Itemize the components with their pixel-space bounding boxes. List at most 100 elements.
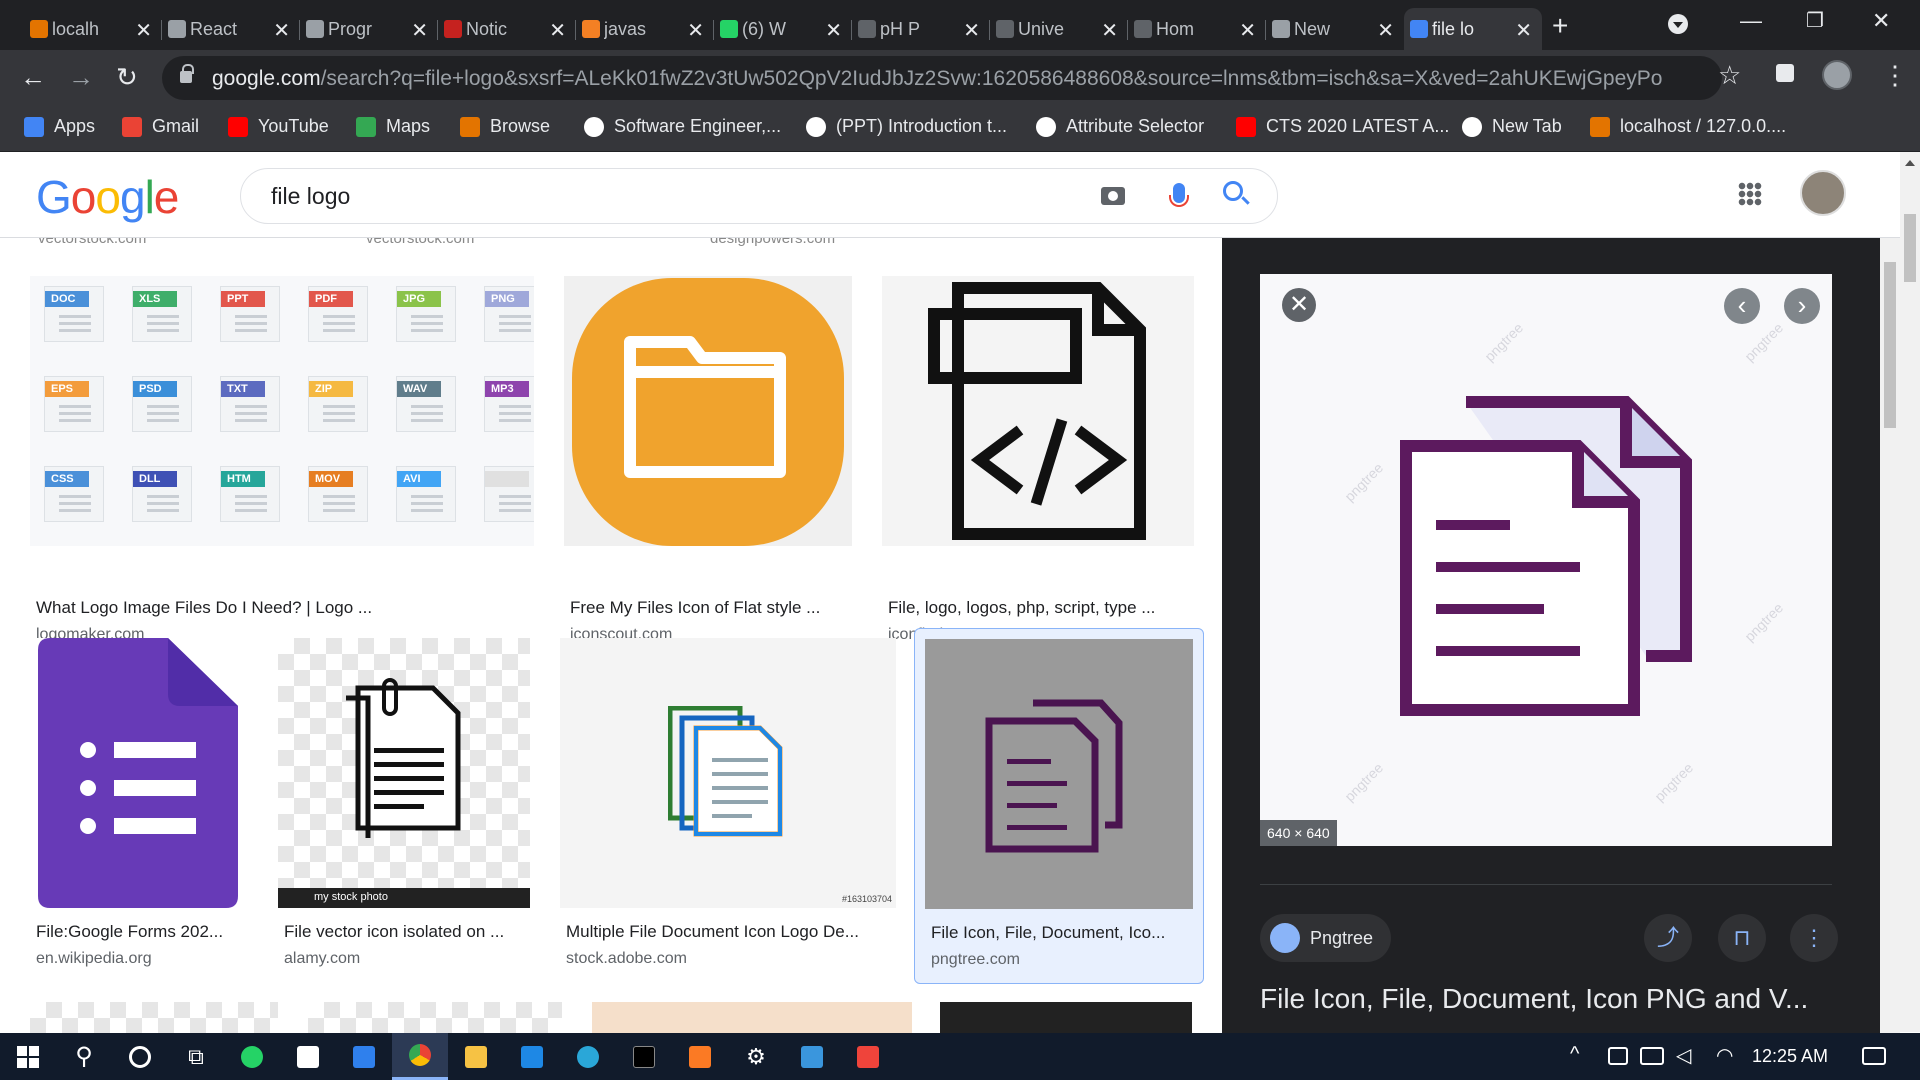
bookmark-item[interactable]: Browse [460,116,550,137]
browser-tab[interactable]: React ✕ [162,8,300,50]
result-title[interactable]: What Logo Image Files Do I Need? | Logo … [36,598,372,618]
tab-close-icon[interactable]: ✕ [1515,18,1532,43]
bookmark-item[interactable]: localhost / 127.0.0.... [1590,116,1786,137]
browser-tab[interactable]: javas ✕ [576,8,714,50]
windows-start-icon[interactable] [0,1033,56,1080]
search-box[interactable]: file logo [240,168,1278,224]
multiple-file-thumbnail[interactable]: #163103704 [560,638,896,908]
terminal-icon[interactable] [616,1033,672,1080]
photos-icon[interactable] [784,1033,840,1080]
result-card[interactable]: Free My Files Icon of Flat style ... ico… [564,276,852,643]
tab-close-icon[interactable]: ✕ [549,18,566,43]
result-card[interactable]: my stock photo File vector icon isolated… [278,638,530,978]
close-preview-icon[interactable]: ✕ [1282,288,1316,322]
account-avatar[interactable] [1800,170,1846,216]
result-title[interactable]: File, logo, logos, php, script, type ... [888,598,1155,618]
tab-close-icon[interactable]: ✕ [411,18,428,43]
partial-result-thumbnail[interactable] [308,1002,562,1033]
file-explorer-icon[interactable] [448,1033,504,1080]
preview-scrollbar[interactable] [1880,238,1900,1033]
back-arrow-icon[interactable]: ← [20,62,46,92]
result-title[interactable]: Free My Files Icon of Flat style ... [570,598,820,618]
file-icon-thumbnail[interactable] [925,639,1193,909]
file-vector-thumbnail[interactable]: my stock photo [278,638,530,908]
extensions-puzzle-icon[interactable] [1776,64,1794,82]
bookmark-item[interactable]: Attribute Selector [1036,116,1204,137]
browser-tab[interactable]: file lo ✕ [1404,8,1542,50]
tab-close-icon[interactable]: ✕ [135,18,152,43]
whatsapp-icon[interactable] [224,1033,280,1080]
camera-search-icon[interactable] [1101,187,1125,205]
address-bar[interactable]: google.com/search?q=file+logo&sxsrf=ALeK… [162,56,1722,100]
tab-close-icon[interactable]: ✕ [1239,18,1256,43]
tab-close-icon[interactable]: ✕ [1377,18,1394,43]
browser-tab[interactable]: (6) W ✕ [714,8,852,50]
bookmark-item[interactable]: (PPT) Introduction t... [806,116,1007,137]
bookmark-item[interactable]: Apps [24,116,95,137]
partial-result-thumbnail[interactable] [30,1002,278,1033]
tab-search-icon[interactable] [1668,14,1688,34]
result-source[interactable]: stock.adobe.com [566,950,687,968]
code-file-thumbnail[interactable] [882,276,1194,546]
source-chip[interactable]: Pngtree [1260,914,1392,962]
chrome-menu-icon[interactable]: ⋮ [1882,60,1908,91]
cortana-icon[interactable] [112,1033,168,1080]
result-source[interactable]: alamy.com [284,950,360,968]
result-card[interactable]: File:Google Forms 202... en.wikipedia.or… [30,638,248,978]
anydesk-icon[interactable] [840,1033,896,1080]
task-view-icon[interactable]: ⧉ [168,1033,224,1080]
new-tab-button[interactable]: + [1552,10,1568,42]
taskbar-clock[interactable]: 12:25 AM [1752,1046,1828,1067]
previous-image-icon[interactable]: ‹ [1724,288,1760,324]
google-logo[interactable]: Google [36,170,179,224]
selected-result-card[interactable]: File Icon, File, Document, Ico... pngtre… [914,628,1204,984]
page-scrollbar[interactable] [1900,152,1920,1032]
result-title[interactable]: File vector icon isolated on ... [284,922,504,942]
scroll-up-arrow-icon[interactable] [1905,160,1915,166]
store-icon[interactable] [280,1033,336,1080]
vscode-icon[interactable] [336,1033,392,1080]
browser-tab[interactable]: Notic ✕ [438,8,576,50]
tab-close-icon[interactable]: ✕ [687,18,704,43]
tab-close-icon[interactable]: ✕ [273,18,290,43]
file-formats-thumbnail[interactable]: DOC XLS PPT PDF JPG PNG EPS PSD TXT ZIP WAV MP3 CSS D… [30,276,534,546]
minimize-icon[interactable]: — [1740,8,1762,34]
bookmark-item[interactable]: New Tab [1462,116,1562,137]
bookmark-item[interactable]: Gmail [122,116,199,137]
wifi-icon[interactable]: ◠ [1716,1043,1733,1068]
partial-result-thumbnail[interactable] [940,1002,1192,1033]
xampp-icon[interactable] [672,1033,728,1080]
tab-close-icon[interactable]: ✕ [963,18,980,43]
browser-tab[interactable]: New ✕ [1266,8,1404,50]
google-apps-grid-icon[interactable] [1738,182,1762,206]
chrome-taskbar-icon[interactable] [392,1033,448,1080]
result-title[interactable]: File Icon, File, Document, Ico... [931,923,1165,943]
reload-icon[interactable]: ↻ [116,62,138,92]
result-title[interactable]: Multiple File Document Icon Logo De... [566,922,859,942]
result-source[interactable]: pngtree.com [931,951,1020,969]
result-card[interactable]: DOC XLS PPT PDF JPG PNG EPS PSD TXT ZIP WAV MP3 CSS D… [30,276,534,643]
browser-tab[interactable]: pH P ✕ [852,8,990,50]
result-card[interactable]: File, logo, logos, php, script, type ...… [882,276,1194,643]
preview-image[interactable]: pngtree pngtree pngtree pngtree pngtree … [1260,274,1832,846]
google-forms-thumbnail[interactable] [30,638,248,908]
bookmark-item[interactable]: Maps [356,116,430,137]
scrollbar-thumb[interactable] [1884,262,1896,428]
result-card[interactable]: #163103704 Multiple File Document Icon L… [560,638,896,978]
result-source[interactable]: en.wikipedia.org [36,950,152,968]
settings-gear-icon[interactable]: ⚙ [728,1033,784,1080]
browser-tab[interactable]: Progr ✕ [300,8,438,50]
restore-icon[interactable]: ❐ [1806,8,1824,33]
browser-tab[interactable]: localh ✕ [24,8,162,50]
next-image-icon[interactable]: › [1784,288,1820,324]
volume-icon[interactable]: ◁ [1676,1043,1691,1068]
tab-close-icon[interactable]: ✕ [825,18,842,43]
bookmark-item[interactable]: CTS 2020 LATEST A... [1236,116,1449,137]
tab-close-icon[interactable]: ✕ [1101,18,1118,43]
save-bookmark-icon[interactable]: ⊓ [1718,914,1766,962]
browser-tab[interactable]: Unive ✕ [990,8,1128,50]
result-title[interactable]: File:Google Forms 202... [36,922,223,942]
bookmark-item[interactable]: YouTube [228,116,329,137]
browser-tab[interactable]: Hom ✕ [1128,8,1266,50]
folder-icon-thumbnail[interactable] [564,276,852,546]
